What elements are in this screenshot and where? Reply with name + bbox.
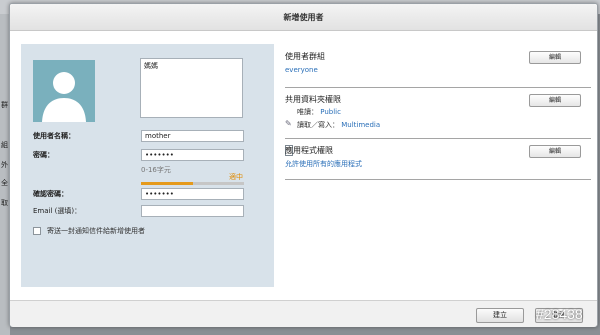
password-hint: 0-16字元 [141,166,171,174]
description-textarea[interactable]: 媽媽 [140,58,243,118]
user-groups-value: everyone [285,66,318,74]
edit-shared-folders-button[interactable]: 編輯 [529,94,581,107]
password-strength-fill [141,182,193,185]
dialog-footer: 建立 取消 [10,300,597,327]
dialog-titlebar: 新增使用者 [10,4,597,31]
confirm-password-input[interactable]: ••••••• [141,188,244,200]
username-label: 使用者名稱： [33,132,75,140]
password-strength-label: 適中 [229,173,243,181]
create-button[interactable]: 建立 [476,308,524,323]
notify-checkbox[interactable] [33,227,41,235]
email-label: Email (選填)： [33,207,82,215]
watermark: #28438 [536,306,583,322]
read-write-folder-link[interactable]: Multimedia [341,121,380,129]
background-sidebar-char: 組 [1,142,8,149]
app-permissions-value: 允許使用所有的應用程式 [285,160,362,168]
section-divider [285,138,591,139]
confirm-password-label: 確認密碼： [33,190,68,198]
email-input[interactable] [141,205,244,217]
background-sidebar-char: 外 [1,162,8,169]
background-sidebar-char: 群 [1,102,8,109]
section-divider [285,179,591,180]
read-write-prefix: 讀取／寫入： [297,121,339,129]
pencil-icon: ✎ [285,119,292,128]
password-input[interactable]: ••••••• [141,149,244,161]
password-label: 密碼： [33,151,54,159]
edit-app-permissions-button[interactable]: 編輯 [529,145,581,158]
add-user-dialog: 新增使用者 媽媽 使用者名稱： mother 密碼： ••••••• 0-16字… [9,3,598,327]
username-input[interactable]: mother [141,130,244,142]
user-groups-title: 使用者群組 [285,52,325,61]
read-only-folder-link[interactable]: Public [320,108,341,116]
notify-checkbox-label: 寄送一封通知信件給新增使用者 [47,227,145,235]
dialog-title: 新增使用者 [283,13,324,22]
read-only-prefix: 唯讀： [297,108,318,116]
read-write-permission: 讀取／寫入： Multimedia [297,120,380,130]
background-sidebar-char: 全 [1,180,8,187]
user-info-panel: 媽媽 使用者名稱： mother 密碼： ••••••• 0-16字元 適中 確… [21,44,274,287]
read-only-permission: 唯讀： Public [297,107,341,117]
edit-groups-button[interactable]: 編輯 [529,51,581,64]
section-divider [285,87,591,88]
shared-folders-title: 共用資料夾權限 [285,95,341,104]
user-silhouette-icon [42,72,86,122]
password-strength-bar [141,182,244,185]
background-sidebar-char: 取 [1,200,8,207]
avatar[interactable] [33,60,95,122]
app-permissions-title: 應用程式權限 [285,146,333,155]
dialog-content: 媽媽 使用者名稱： mother 密碼： ••••••• 0-16字元 適中 確… [20,42,591,297]
